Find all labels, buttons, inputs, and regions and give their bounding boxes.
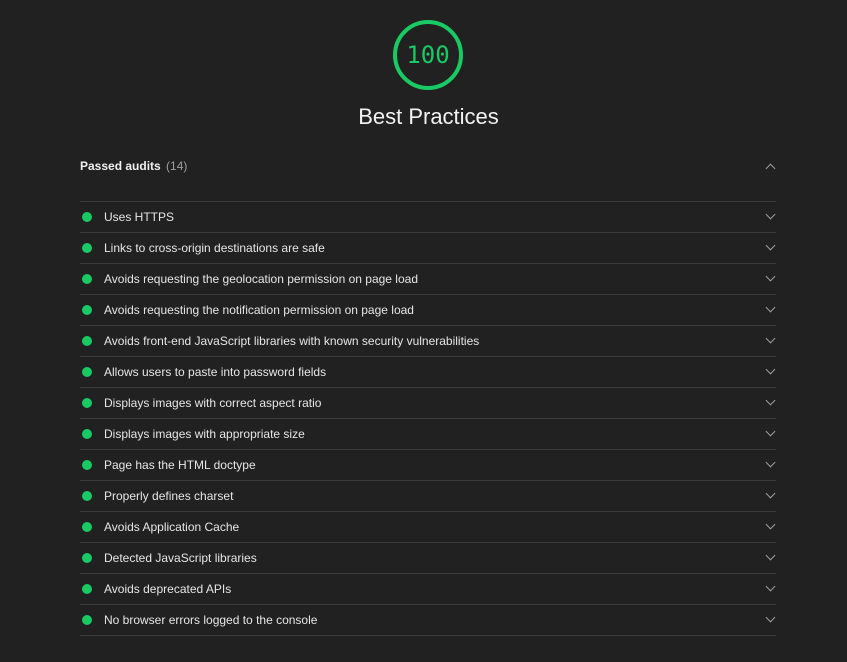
pass-status-dot-icon: [82, 553, 92, 563]
audit-title: Page has the HTML doctype: [104, 458, 256, 472]
chevron-down-icon[interactable]: [765, 519, 776, 530]
pass-status-dot-icon: [82, 274, 92, 284]
chevron-down-icon[interactable]: [765, 426, 776, 437]
audit-title: Avoids deprecated APIs: [104, 582, 232, 596]
audit-title: Properly defines charset: [104, 489, 234, 503]
audit-title: Avoids requesting the notification permi…: [104, 303, 414, 317]
pass-status-dot-icon: [82, 336, 92, 346]
audit-title: Avoids Application Cache: [104, 520, 240, 534]
chevron-down-icon[interactable]: [765, 271, 776, 282]
pass-status-dot-icon: [82, 460, 92, 470]
chevron-down-icon[interactable]: [765, 488, 776, 499]
chevron-down-icon[interactable]: [765, 333, 776, 344]
audit-row[interactable]: Avoids Application Cache: [80, 512, 776, 543]
audit-row[interactable]: Avoids requesting the notification permi…: [80, 295, 776, 326]
audit-row[interactable]: Displays images with correct aspect rati…: [80, 388, 776, 419]
audit-row[interactable]: Displays images with appropriate size: [80, 419, 776, 450]
pass-status-dot-icon: [82, 522, 92, 532]
audit-row[interactable]: Allows users to paste into password fiel…: [80, 357, 776, 388]
pass-status-dot-icon: [82, 615, 92, 625]
audit-title: Links to cross-origin destinations are s…: [104, 241, 325, 255]
audit-title: Uses HTTPS: [104, 210, 175, 224]
score-gauge: 100: [392, 19, 464, 91]
passed-audits-header[interactable]: Passed audits (14): [80, 155, 776, 179]
pass-status-dot-icon: [82, 398, 92, 408]
audit-row[interactable]: Properly defines charset: [80, 481, 776, 512]
passed-audits-label: Passed audits: [80, 159, 161, 173]
pass-status-dot-icon: [82, 367, 92, 377]
score-value: 100: [406, 41, 450, 69]
pass-status-dot-icon: [82, 491, 92, 501]
chevron-down-icon[interactable]: [765, 364, 776, 375]
audit-row[interactable]: Avoids requesting the geolocation permis…: [80, 264, 776, 295]
pass-status-dot-icon: [82, 429, 92, 439]
audit-row[interactable]: Avoids front-end JavaScript libraries wi…: [80, 326, 776, 357]
passed-audits-count: (14): [166, 159, 188, 173]
chevron-up-icon[interactable]: [765, 163, 776, 174]
audit-row[interactable]: Page has the HTML doctype: [80, 450, 776, 481]
chevron-down-icon[interactable]: [765, 550, 776, 561]
audit-title: Avoids front-end JavaScript libraries wi…: [104, 334, 480, 348]
audit-title: No browser errors logged to the console: [104, 613, 318, 627]
audit-row[interactable]: No browser errors logged to the console: [80, 605, 776, 636]
pass-status-dot-icon: [82, 305, 92, 315]
passed-audits-list: Uses HTTPS Links to cross-origin destinat…: [80, 201, 776, 636]
audit-title: Allows users to paste into password fiel…: [104, 365, 327, 379]
pass-status-dot-icon: [82, 212, 92, 222]
chevron-down-icon[interactable]: [765, 209, 776, 220]
chevron-down-icon[interactable]: [765, 395, 776, 406]
chevron-down-icon[interactable]: [765, 581, 776, 592]
category-title: Best Practices: [358, 104, 499, 129]
audit-row[interactable]: Avoids deprecated APIs: [80, 574, 776, 605]
audit-title: Detected JavaScript libraries: [104, 551, 257, 565]
chevron-down-icon[interactable]: [765, 612, 776, 623]
chevron-down-icon[interactable]: [765, 457, 776, 468]
passed-audits-title: Passed audits (14): [80, 159, 187, 173]
audit-title: Avoids requesting the geolocation permis…: [104, 272, 418, 286]
audit-row[interactable]: Detected JavaScript libraries: [80, 543, 776, 574]
chevron-down-icon[interactable]: [765, 302, 776, 313]
pass-status-dot-icon: [82, 584, 92, 594]
pass-status-dot-icon: [82, 243, 92, 253]
audit-title: Displays images with correct aspect rati…: [104, 396, 322, 410]
audit-title: Displays images with appropriate size: [104, 427, 305, 441]
audit-row[interactable]: Links to cross-origin destinations are s…: [80, 233, 776, 264]
audit-row[interactable]: Uses HTTPS: [80, 202, 776, 233]
chevron-down-icon[interactable]: [765, 240, 776, 251]
